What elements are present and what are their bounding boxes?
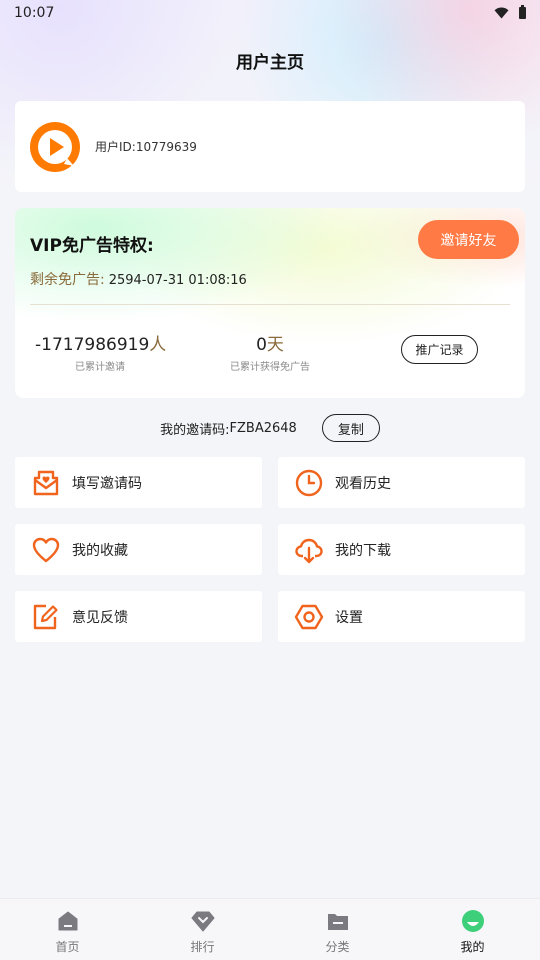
- days-caption: 已累计获得免广告: [230, 362, 310, 373]
- user-id: 用户ID:10779639: [95, 140, 197, 154]
- mail-heart-icon: [30, 467, 62, 499]
- tab-label: 我的: [460, 940, 485, 954]
- settings-hex-icon: [293, 601, 325, 633]
- tab-ranking[interactable]: 排行: [135, 899, 270, 960]
- status-icons: [494, 5, 526, 19]
- tab-home[interactable]: 首页: [0, 899, 135, 960]
- wifi-icon: [494, 7, 509, 19]
- tab-label: 排行: [190, 940, 215, 954]
- tab-profile[interactable]: 我的: [405, 899, 540, 960]
- vip-title: VIP免广告特权:: [30, 236, 154, 256]
- menu-label: 我的下载: [335, 542, 391, 559]
- heart-icon: [30, 534, 62, 566]
- status-bar: 10:07: [0, 0, 540, 26]
- remain-row: 剩余免广告: 2594-07-31 01:08:16: [30, 269, 247, 289]
- invites-count: -1717986919: [35, 335, 150, 355]
- invites-unit: 人: [149, 335, 167, 355]
- page-title: 用户主页: [236, 53, 304, 73]
- tab-label: 分类: [325, 940, 350, 954]
- menu-label: 填写邀请码: [72, 475, 142, 492]
- status-time: 10:07: [14, 5, 55, 21]
- profile-icon: [461, 909, 485, 933]
- menu-item-settings[interactable]: 设置: [278, 591, 525, 642]
- folder-icon: [326, 909, 350, 933]
- bottom-tab-bar: 首页 排行 分类 我的: [0, 898, 540, 960]
- menu-item-enter-invite-code[interactable]: 填写邀请码: [15, 457, 262, 508]
- menu-item-downloads[interactable]: 我的下载: [278, 524, 525, 575]
- tab-category[interactable]: 分类: [270, 899, 405, 960]
- edit-icon: [30, 601, 62, 633]
- user-card[interactable]: 用户ID:10779639: [15, 101, 525, 192]
- invite-code-label: 我的邀请码:: [160, 422, 230, 438]
- copy-button[interactable]: 复制: [321, 414, 380, 442]
- remain-value: 2594-07-31 01:08:16: [108, 273, 247, 288]
- menu-item-feedback[interactable]: 意见反馈: [15, 591, 262, 642]
- menu-label: 意见反馈: [72, 609, 128, 626]
- days-count: 0: [256, 335, 267, 355]
- vip-divider: [30, 304, 510, 305]
- invite-code-row: 我的邀请码: FZBA2648 复制: [0, 413, 540, 443]
- days-stat: 0天 已累计获得免广告: [220, 330, 320, 373]
- invite-code-value: FZBA2648: [229, 420, 297, 436]
- battery-icon: [519, 5, 526, 19]
- clock-icon: [293, 467, 325, 499]
- tab-label: 首页: [55, 940, 80, 954]
- invites-caption: 已累计邀请: [75, 362, 125, 373]
- rank-icon: [191, 909, 215, 933]
- invite-friends-button[interactable]: 邀请好友: [418, 220, 519, 259]
- menu-label: 我的收藏: [72, 542, 128, 559]
- home-icon: [56, 909, 80, 933]
- cloud-download-icon: [293, 534, 325, 566]
- days-unit: 天: [266, 335, 284, 355]
- vip-card: VIP免广告特权: 邀请好友 剩余免广告: 2594-07-31 01:08:16…: [15, 208, 525, 398]
- promotion-record-button[interactable]: 推广记录: [401, 335, 478, 364]
- menu-label: 设置: [335, 609, 363, 626]
- remain-label: 剩余免广告:: [30, 272, 105, 288]
- menu-item-favorites[interactable]: 我的收藏: [15, 524, 262, 575]
- menu-label: 观看历史: [335, 475, 391, 492]
- menu-item-watch-history[interactable]: 观看历史: [278, 457, 525, 508]
- invites-stat: -1717986919人 已累计邀请: [35, 330, 167, 373]
- play-logo-icon: [30, 121, 80, 172]
